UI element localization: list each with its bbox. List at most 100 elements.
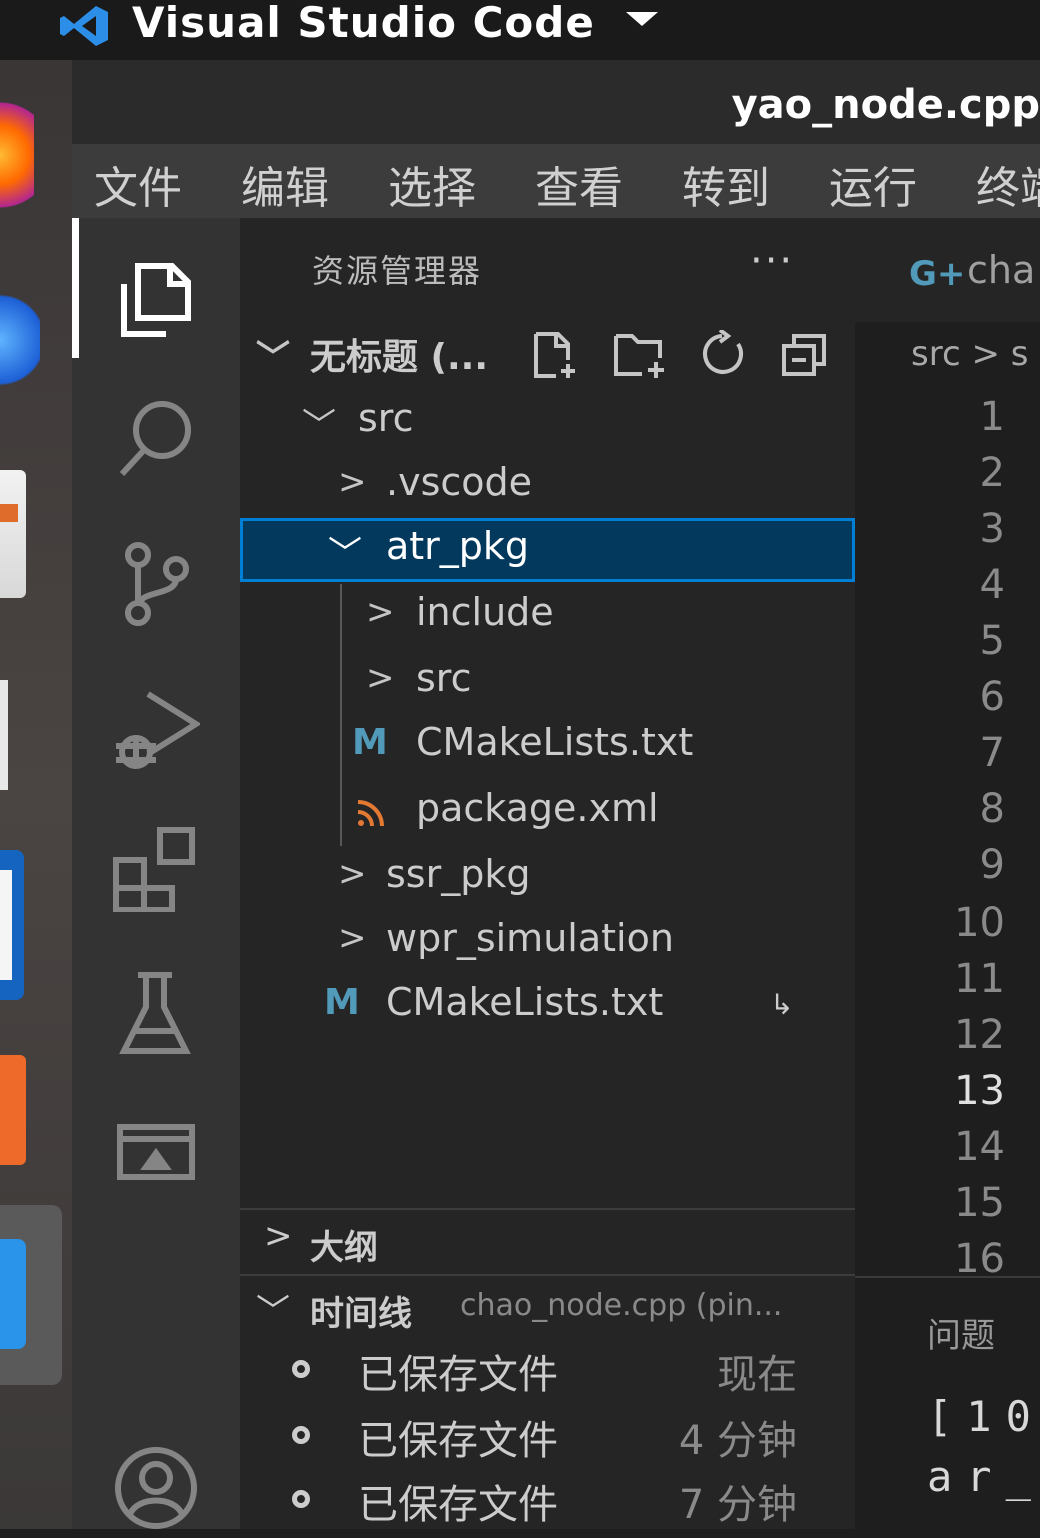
line-number: 11 [954, 956, 1005, 1002]
tree-item-atr-pkg[interactable]: ﹀ atr_pkg [240, 518, 855, 582]
menu-go[interactable]: 转到 [682, 152, 770, 216]
app-menu-title[interactable]: Visual Studio Code [132, 0, 595, 47]
activity-bar [72, 218, 240, 1529]
files-dock-icon[interactable] [0, 470, 26, 598]
line-number: 8 [979, 786, 1005, 832]
accounts-button[interactable] [72, 1418, 240, 1538]
dock [0, 60, 72, 1529]
problems-tab[interactable]: 问题 [927, 1308, 995, 1357]
tree-item-ssr-pkg[interactable]: > ssr_pkg [240, 846, 855, 910]
cpp-file-icon: G+ [909, 254, 966, 294]
files-icon [121, 263, 191, 337]
more-actions-icon[interactable]: ··· [750, 238, 794, 284]
editor-area: G+ cha src > s 1 2 3 4 5 6 7 8 9 10 11 1… [855, 218, 1040, 1531]
menu-run[interactable]: 运行 [829, 152, 917, 216]
timeline-entry-time: 现在 [717, 1352, 797, 1398]
tree-item-package-xml[interactable]: package.xml [240, 780, 855, 844]
thunderbird-dock-icon[interactable] [0, 280, 40, 400]
source-control-icon [125, 542, 189, 626]
tree-item-label: CMakeLists.txt [416, 720, 694, 764]
terminal-line: ar_ [927, 1452, 1040, 1501]
tree-item-label: CMakeLists.txt [386, 980, 664, 1024]
timeline-file: chao_node.cpp (pin... [460, 1288, 783, 1323]
outline-section-header[interactable]: > 大纲 [240, 1208, 855, 1272]
search-button[interactable] [72, 368, 240, 488]
line-number: 10 [954, 900, 1005, 946]
tree-item-cmakelists[interactable]: M CMakeLists.txt [240, 714, 855, 778]
timeline-entry-time: 7 分钟 [678, 1482, 797, 1528]
system-top-bar: Visual Studio Code [0, 0, 1040, 60]
tree-item-label: .vscode [386, 460, 533, 504]
chevron-down-icon: ﹀ [302, 406, 336, 446]
tree-item-label: ssr_pkg [386, 852, 531, 896]
vscode-logo-icon [60, 6, 108, 46]
firefox-dock-icon[interactable] [0, 100, 34, 210]
timeline-entry[interactable]: 已保存文件 4 分钟 [240, 1404, 855, 1468]
tree-item-include[interactable]: > include [240, 584, 855, 648]
rss-icon [357, 800, 384, 827]
line-number: 1 [979, 394, 1005, 440]
timeline-section-header[interactable]: ﹀ 时间线 chao_node.cpp (pin... [240, 1274, 855, 1338]
refresh-icon[interactable] [698, 330, 748, 380]
writer-dock-icon[interactable] [0, 850, 24, 1000]
chevron-down-icon[interactable] [626, 12, 658, 26]
workspace-label: 无标题 (... [310, 337, 489, 378]
circle-icon [292, 1426, 310, 1444]
software-dock-icon[interactable] [0, 1055, 26, 1165]
timeline-entry-label: 已保存文件 [358, 1482, 558, 1528]
extensions-button[interactable] [72, 798, 240, 918]
account-icon [115, 1447, 197, 1529]
source-control-button[interactable] [72, 513, 240, 633]
app-dock-icon[interactable] [0, 680, 8, 790]
flask-icon [119, 972, 191, 1054]
chevron-right-icon: > [366, 592, 395, 632]
timeline-entry[interactable]: 已保存文件 现在 [240, 1338, 855, 1402]
tree-item-vscode[interactable]: > .vscode [240, 454, 855, 518]
tree-item-src-nested[interactable]: > src [240, 650, 855, 714]
tree-item-label: src [358, 396, 414, 440]
menu-edit[interactable]: 编辑 [241, 152, 329, 216]
chevron-right-icon: > [338, 462, 367, 502]
timeline-entry[interactable]: 已保存文件 7 分钟 [240, 1468, 855, 1532]
collapse-all-icon[interactable] [780, 330, 830, 380]
cmake-file-icon: M [352, 722, 388, 763]
line-number: 14 [954, 1124, 1005, 1170]
chevron-down-icon: ﹀ [256, 1292, 290, 1332]
vscode-dock-icon[interactable] [0, 1205, 62, 1385]
breadcrumb[interactable]: src > s [911, 334, 1028, 374]
tree-item-label: package.xml [416, 786, 659, 830]
tree-item-wpr-simulation[interactable]: > wpr_simulation [240, 910, 855, 974]
window-title-bar: yao_node.cpp [72, 60, 1040, 144]
timeline-entry-label: 已保存文件 [358, 1352, 558, 1398]
menu-file[interactable]: 文件 [94, 152, 182, 216]
editor-tab[interactable]: cha [967, 248, 1035, 292]
tree-item-label: src [416, 656, 472, 700]
menu-bar: 文件 编辑 选择 查看 转到 运行 终端 [72, 144, 1040, 218]
remote-explorer-button[interactable] [72, 1083, 240, 1203]
chevron-right-icon: > [366, 658, 395, 698]
terminal-line: [10 [927, 1392, 1040, 1441]
editor-tab-bar: G+ cha [855, 218, 1040, 322]
remote-explorer-icon [117, 1124, 195, 1180]
circle-icon [292, 1360, 310, 1378]
explorer-button[interactable] [72, 228, 240, 348]
line-number: 2 [979, 450, 1005, 496]
timeline-entry-label: 已保存文件 [358, 1418, 558, 1464]
menu-terminal[interactable]: 终端 [976, 152, 1040, 216]
run-debug-button[interactable] [72, 658, 240, 778]
new-folder-icon[interactable] [612, 330, 668, 380]
search-icon [119, 401, 191, 477]
line-number: 7 [979, 730, 1005, 776]
symlink-icon: ↳ [770, 988, 794, 1021]
tree-item-label: include [416, 590, 554, 634]
line-number-current: 13 [954, 1068, 1005, 1114]
tree-item-src[interactable]: ﹀ src [240, 390, 855, 454]
timeline-label: 时间线 [310, 1294, 412, 1334]
new-file-icon[interactable] [530, 330, 580, 380]
tree-item-root-cmakelists[interactable]: M CMakeLists.txt ↳ [240, 974, 855, 1038]
menu-selection[interactable]: 选择 [388, 152, 476, 216]
testing-button[interactable] [72, 943, 240, 1063]
extensions-icon [113, 827, 195, 912]
line-number: 12 [954, 1012, 1005, 1058]
menu-view[interactable]: 查看 [535, 152, 623, 216]
